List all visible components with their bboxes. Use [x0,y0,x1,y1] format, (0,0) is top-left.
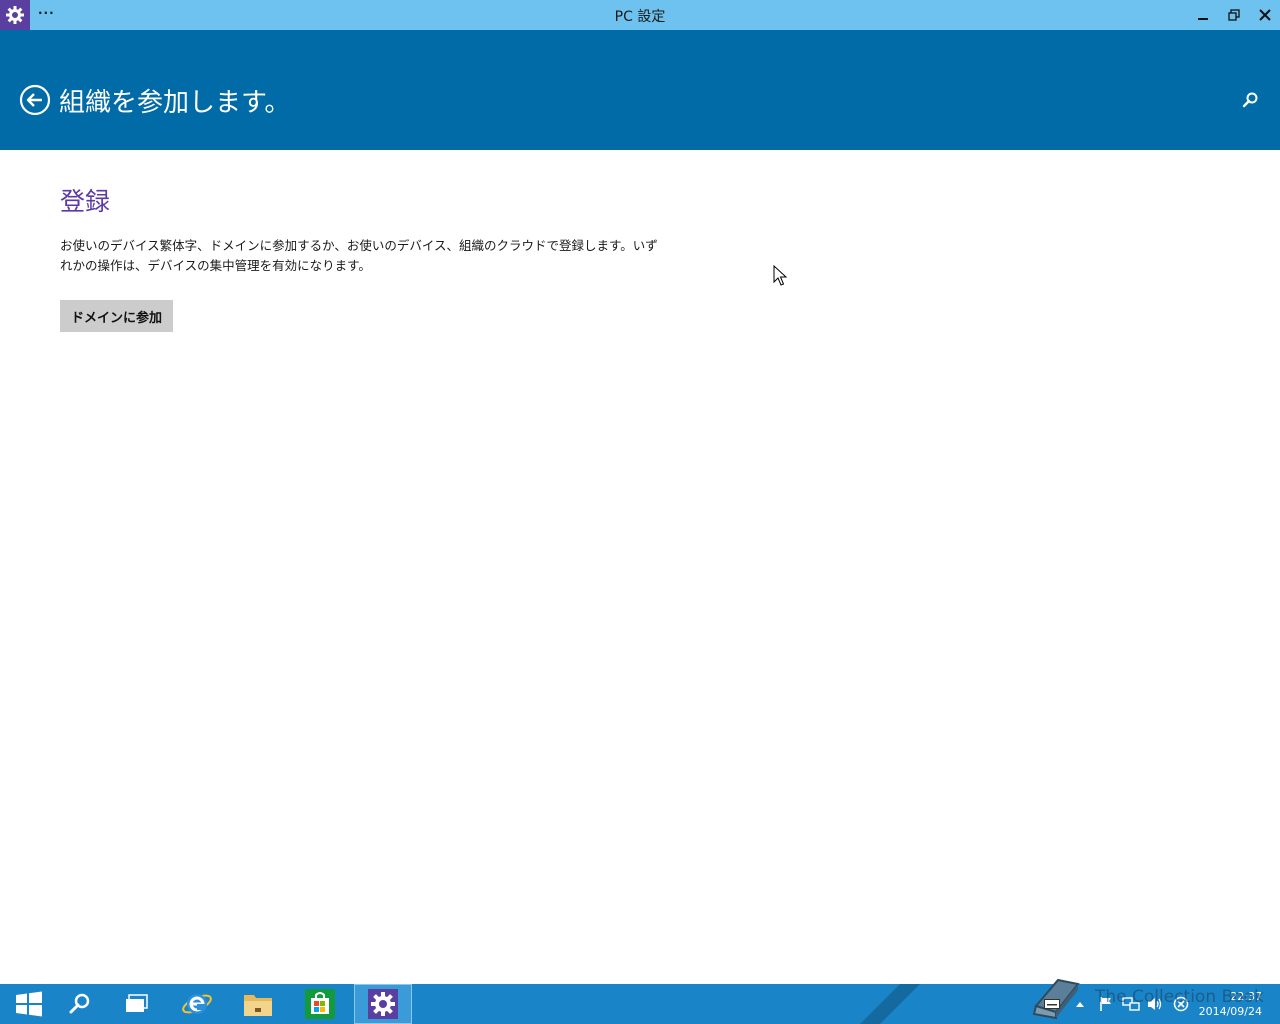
keyboard-icon[interactable] [1043,984,1061,1024]
start-icon[interactable] [0,984,58,1024]
minimize-icon[interactable] [1188,0,1218,30]
window-titlebar: ··· PC 設定 [0,0,1280,30]
restore-icon[interactable] [1219,0,1249,30]
page-header: 組織を参加します。 [0,30,1280,150]
section-title: 登録 [60,187,111,216]
pc-settings-icon[interactable] [354,984,412,1024]
store-icon[interactable] [291,984,349,1024]
show-hidden-icons-icon[interactable] [1071,984,1089,1024]
taskbar: 22:37 2014/09/24 [0,978,1280,1024]
task-view-icon[interactable] [108,984,166,1024]
mouse-pointer-icon [773,264,789,291]
back-arrow-icon[interactable] [19,84,51,116]
internet-explorer-icon[interactable] [168,984,226,1024]
taskbar-stripe-decoration [860,984,920,1024]
search-icon[interactable] [51,984,109,1024]
page-title: 組織を参加します。 [59,88,291,118]
file-explorer-icon[interactable] [229,984,287,1024]
search-icon[interactable] [1240,90,1260,110]
description-text: お使いのデバイス繁体字、ドメインに参加するか、お使いのデバイス、組織のクラウドで… [60,238,658,273]
watermark-text: The Collection Book [1095,987,1264,1007]
window-title: PC 設定 [614,9,666,25]
join-domain-button[interactable]: ドメインに参加 [60,300,173,332]
close-icon[interactable] [1250,0,1280,30]
